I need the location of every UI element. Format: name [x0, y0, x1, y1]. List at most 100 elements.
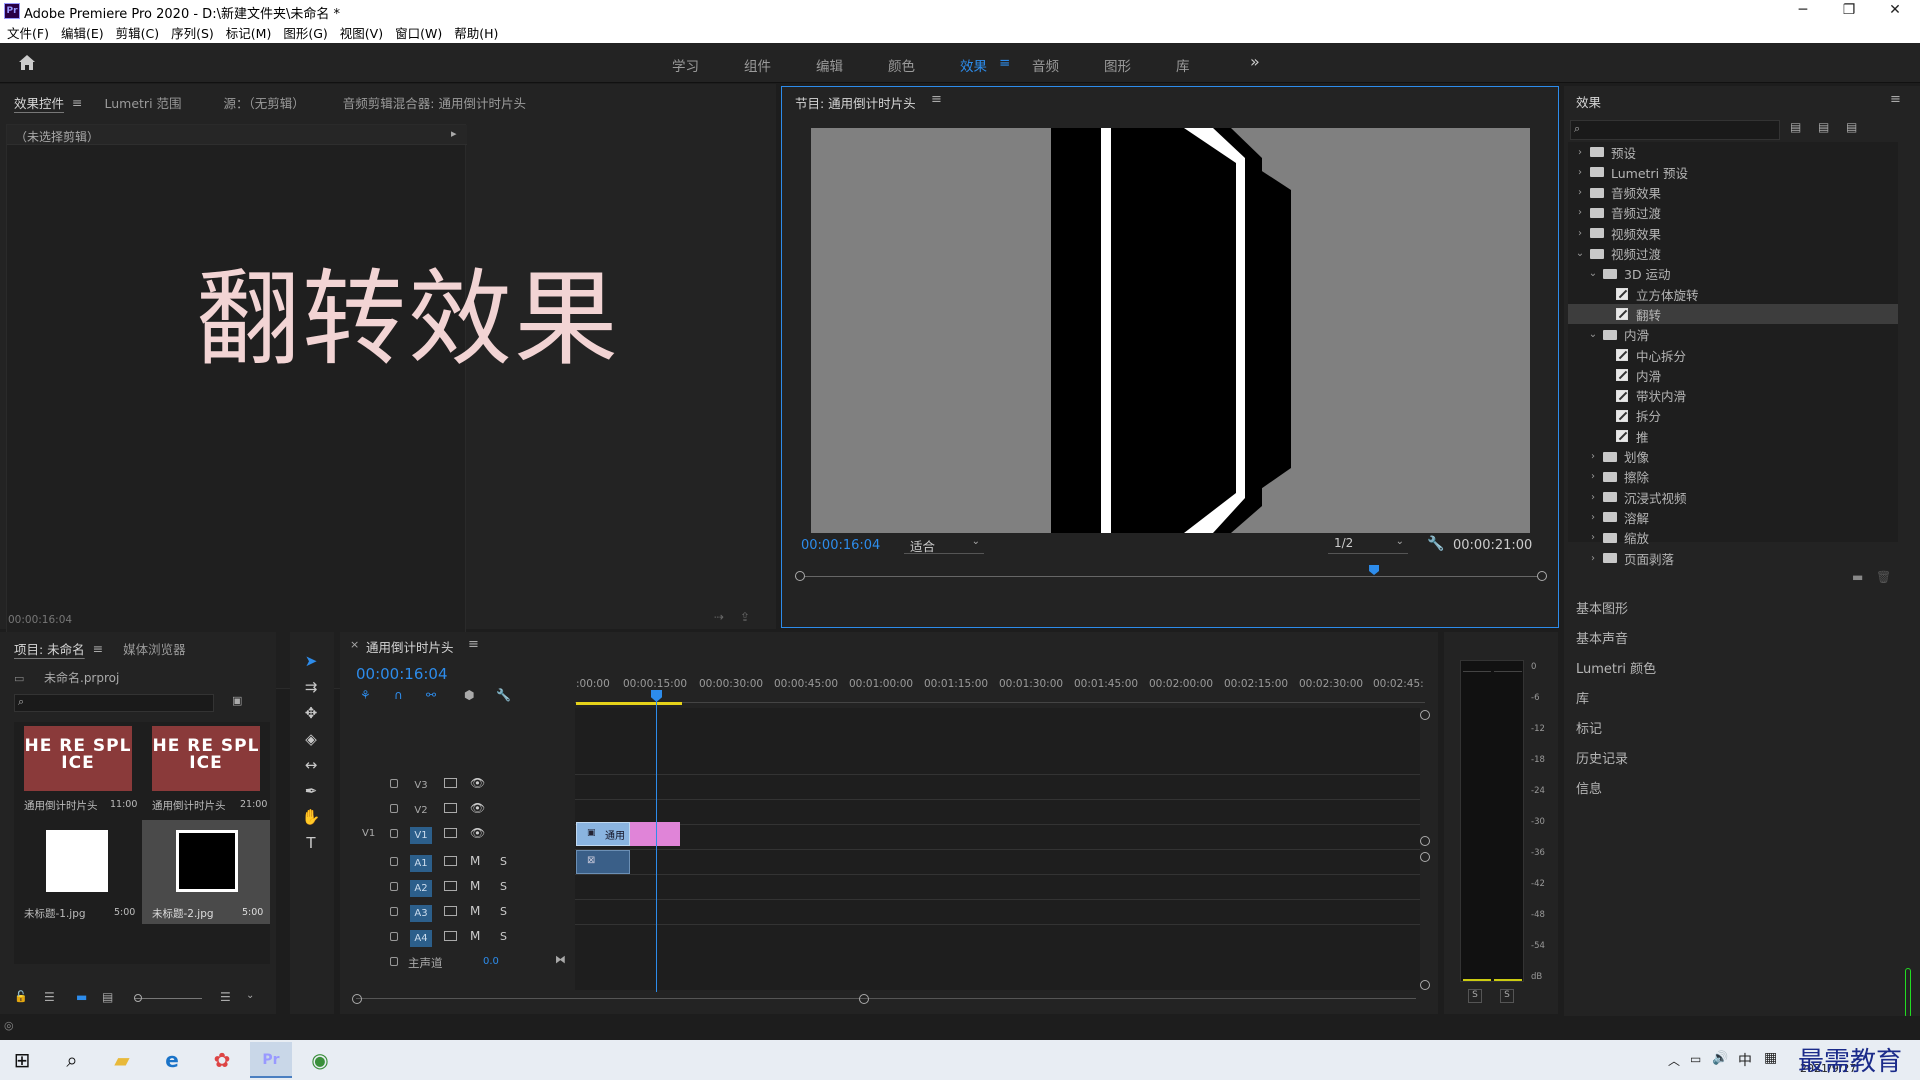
eye-icon[interactable]: 👁 — [470, 776, 485, 790]
track-lock-icon[interactable] — [390, 829, 398, 838]
program-timecode[interactable]: 00:00:16:04 — [801, 538, 880, 553]
app-icon[interactable]: ✿ — [202, 1042, 242, 1078]
expand-arrow-icon[interactable]: ▸ — [451, 127, 457, 140]
workspace-graphics[interactable]: 图形 — [1104, 55, 1131, 75]
32bit-effects-icon[interactable]: ▤ — [1818, 120, 1829, 134]
track-label[interactable]: V1 — [410, 827, 432, 844]
track-lock-icon[interactable] — [390, 957, 398, 966]
windows-start-icon[interactable]: ⊞ — [2, 1042, 42, 1078]
sync-lock-icon[interactable] — [444, 931, 457, 941]
chevron-down-icon[interactable]: ⌄ — [1587, 268, 1599, 279]
hand-tool-icon[interactable]: ✋ — [299, 808, 323, 830]
solo-button[interactable]: S — [500, 905, 507, 918]
panel-markers[interactable]: 标记 — [1576, 718, 1906, 748]
workspace-assembly[interactable]: 组件 — [744, 55, 771, 75]
effects-folder[interactable]: › 音频效果 — [1568, 183, 1898, 203]
icon-view-icon[interactable]: ▬ — [76, 990, 87, 1004]
chevron-right-icon[interactable]: › — [1574, 187, 1586, 198]
workspace-libraries[interactable]: 库 — [1176, 55, 1190, 75]
effect-item[interactable]: 推 — [1568, 426, 1898, 446]
workspace-effects[interactable]: 效果 — [960, 55, 987, 75]
solo-button[interactable]: S — [500, 880, 507, 893]
track-lock-icon[interactable] — [390, 857, 398, 866]
chevron-right-icon[interactable]: › — [1587, 532, 1599, 543]
eye-icon[interactable]: 👁 — [470, 826, 485, 840]
effects-folder[interactable]: › 擦除 — [1568, 467, 1898, 487]
workspace-learn[interactable]: 学习 — [672, 55, 699, 75]
program-menu-icon[interactable]: ≡ — [931, 92, 942, 107]
close-button[interactable]: ✕ — [1872, 0, 1918, 22]
master-value[interactable]: 0.0 — [483, 956, 499, 967]
tray-chevron-icon[interactable]: ︿ — [1668, 1052, 1680, 1069]
linked-selection-icon[interactable]: ⚯ — [426, 688, 436, 702]
menu-view[interactable]: 视图(V) — [340, 23, 383, 42]
effects-folder[interactable]: › Lumetri 预设 — [1568, 162, 1898, 182]
workspace-menu-icon[interactable]: ≡ — [999, 55, 1010, 71]
project-menu-icon[interactable]: ≡ — [93, 641, 103, 656]
effects-folder[interactable]: › 划像 — [1568, 447, 1898, 467]
maximize-button[interactable]: ❐ — [1826, 0, 1872, 22]
export-icon[interactable]: ⇪ — [740, 610, 750, 624]
sync-lock-icon[interactable] — [444, 856, 457, 866]
vscroll-handle-mid[interactable] — [1420, 836, 1430, 846]
panel-info[interactable]: 信息 — [1576, 778, 1906, 808]
vscroll-handle-top[interactable] — [1420, 710, 1430, 720]
chrome-icon[interactable]: ◉ — [300, 1042, 340, 1078]
track-select-tool-icon[interactable]: ⇉ — [299, 678, 323, 700]
track-label[interactable]: A1 — [410, 855, 432, 872]
track-area[interactable] — [575, 708, 1420, 990]
sort-chevron-icon[interactable]: ⌄ — [246, 990, 254, 1001]
effects-folder[interactable]: ⌄ 3D 运动 — [1568, 264, 1898, 284]
solo-right-button[interactable]: S — [1500, 989, 1514, 1003]
nest-icon[interactable]: ⚘ — [360, 688, 371, 702]
mute-button[interactable]: M — [470, 929, 480, 943]
effect-item[interactable]: 中心拆分 — [1568, 345, 1898, 365]
snap-icon[interactable]: ∩ — [394, 688, 403, 702]
chevron-right-icon[interactable]: › — [1574, 167, 1586, 178]
chevron-right-icon[interactable]: › — [1587, 471, 1599, 482]
mute-button[interactable]: M — [470, 879, 480, 893]
edge-icon[interactable]: e — [152, 1042, 192, 1078]
ime-indicator[interactable]: 中 — [1738, 1050, 1752, 1070]
network-icon[interactable]: ▭ — [1690, 1052, 1701, 1066]
new-bin-icon[interactable]: ▬ — [1852, 570, 1863, 584]
thumb-countdown-2[interactable]: HE RE SPL ICE — [152, 726, 260, 791]
menu-help[interactable]: 帮助(H) — [454, 23, 498, 42]
program-playhead[interactable] — [1369, 565, 1380, 575]
vscroll-handle-bottom[interactable] — [1420, 980, 1430, 990]
solo-button[interactable]: S — [500, 930, 507, 943]
effect-item[interactable]: 翻转 — [1568, 304, 1898, 325]
sort-icon[interactable]: ☰ — [220, 990, 231, 1004]
track-lock-icon[interactable] — [390, 907, 398, 916]
menu-edit[interactable]: 编辑(E) — [61, 23, 104, 42]
timeline-settings-icon[interactable]: 🔧 — [496, 688, 511, 702]
track-lock-icon[interactable] — [390, 882, 398, 891]
ripple-edit-tool-icon[interactable]: ✥ — [299, 704, 323, 726]
flip-transition-clip[interactable] — [630, 822, 680, 846]
solo-left-button[interactable]: S — [1468, 989, 1482, 1003]
track-label[interactable]: V3 — [410, 777, 432, 794]
freeform-view-icon[interactable]: ▤ — [102, 990, 113, 1004]
panel-menu-icon[interactable]: ≡ — [72, 95, 82, 110]
close-sequence-icon[interactable]: × — [350, 638, 359, 651]
sync-lock-icon[interactable] — [444, 881, 457, 891]
effect-item[interactable]: 拆分 — [1568, 406, 1898, 426]
menu-clip[interactable]: 剪辑(C) — [116, 23, 159, 42]
track-label[interactable]: A3 — [410, 905, 432, 922]
premiere-taskbar-icon[interactable]: Pr — [250, 1042, 292, 1078]
track-label[interactable]: V2 — [410, 802, 432, 819]
program-scrubber[interactable] — [795, 565, 1547, 583]
hscroll-handle-right[interactable] — [859, 994, 869, 1004]
chevron-right-icon[interactable]: › — [1574, 228, 1586, 239]
chevron-right-icon[interactable]: › — [1574, 147, 1586, 158]
effect-item[interactable]: 立方体旋转 — [1568, 284, 1898, 304]
list-view-icon[interactable]: ☰ — [44, 990, 55, 1004]
sequence-tab[interactable]: 通用倒计时片头 — [366, 637, 454, 656]
chevron-down-icon[interactable]: ⌄ — [1574, 248, 1586, 259]
effects-folder[interactable]: › 溶解 — [1568, 507, 1898, 527]
resolution-dropdown[interactable]: 1/2 ⌄ — [1328, 536, 1408, 554]
menu-marker[interactable]: 标记(M) — [226, 23, 272, 42]
selection-tool-icon[interactable]: ➤ — [299, 652, 323, 674]
effects-folder[interactable]: ⌄ 视频过渡 — [1568, 244, 1898, 264]
thumb-untitled-2[interactable] — [176, 830, 238, 892]
